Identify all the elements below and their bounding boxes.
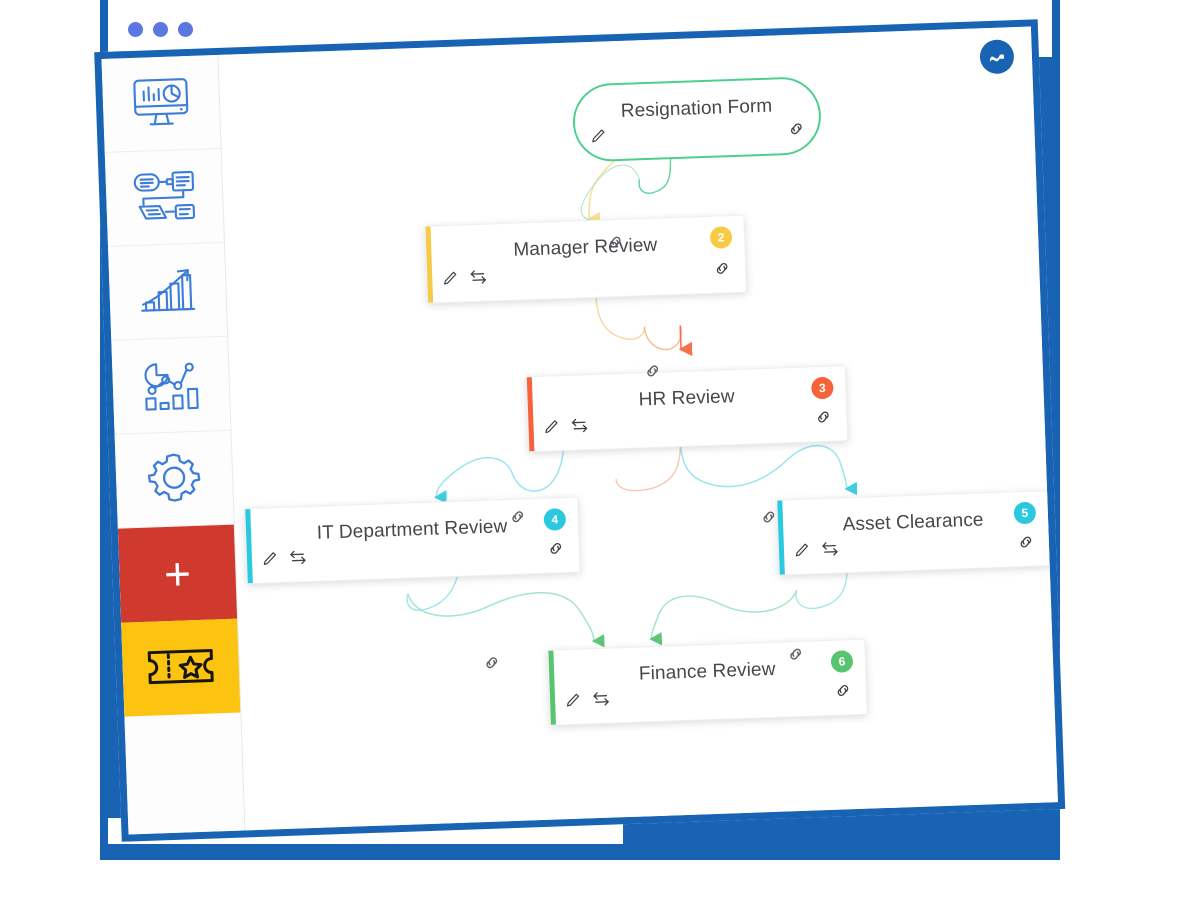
connector-asset-to-finance	[649, 589, 798, 646]
node-actions-left[interactable]	[542, 416, 590, 441]
sidebar-item-reports[interactable]	[108, 242, 228, 341]
node-actions-left[interactable]	[793, 540, 841, 565]
node-finance-review[interactable]: Finance Review 6	[547, 638, 868, 726]
sidebar-item-analytics[interactable]	[111, 336, 231, 435]
link-icon[interactable]	[1017, 533, 1036, 557]
link-icon[interactable]	[787, 119, 806, 143]
node-title: Finance Review	[638, 658, 776, 685]
swap-arrows-icon[interactable]	[569, 416, 590, 440]
node-title: Resignation Form	[620, 95, 773, 122]
plus-icon: +	[163, 547, 192, 601]
screenshot-stage: + Resignation Form Manager Review 2 HR R…	[0, 0, 1200, 900]
sidebar-item-workflow[interactable]	[104, 148, 224, 247]
connector-manager-to-hr-arrow	[678, 325, 693, 357]
monitor-analytics-icon	[129, 74, 193, 132]
link-icon[interactable]	[713, 259, 732, 283]
connector-link-icon-5[interactable]	[482, 653, 501, 677]
node-actions-right[interactable]	[787, 119, 806, 143]
node-actions-right[interactable]	[1017, 533, 1036, 557]
pencil-icon[interactable]	[793, 541, 811, 564]
window-dot-maximize-icon[interactable]	[178, 21, 193, 37]
node-title: Manager Review	[513, 234, 658, 261]
node-resignation-form[interactable]: Resignation Form	[571, 75, 823, 163]
node-actions-left[interactable]	[441, 268, 489, 293]
node-manager-review[interactable]: Manager Review 2	[424, 214, 748, 304]
node-actions-right[interactable]	[834, 681, 853, 705]
window-dot-minimize-icon[interactable]	[153, 21, 168, 37]
link-icon[interactable]	[547, 539, 566, 563]
node-title: HR Review	[638, 386, 735, 411]
mixed-chart-icon	[139, 356, 203, 414]
connector-manager-to-hr-a	[594, 292, 646, 340]
window-dot-close-icon[interactable]	[128, 21, 143, 37]
node-title: IT Department Review	[316, 516, 508, 544]
swap-arrows-icon[interactable]	[468, 268, 489, 292]
connector-manager-to-hr-b	[643, 325, 682, 351]
sidebar-item-dashboard[interactable]	[101, 54, 221, 153]
gear-icon	[142, 449, 206, 509]
node-actions-left[interactable]	[261, 548, 309, 573]
pencil-icon[interactable]	[542, 418, 560, 441]
flow-canvas[interactable]: Resignation Form Manager Review 2 HR Rev…	[218, 26, 1058, 831]
window-controls[interactable]	[128, 20, 198, 38]
growth-bar-chart-icon	[136, 264, 200, 318]
pencil-icon[interactable]	[564, 691, 582, 714]
link-icon[interactable]	[834, 681, 853, 705]
swap-arrows-icon[interactable]	[288, 548, 309, 572]
link-icon[interactable]	[814, 408, 833, 432]
sidebar-item-settings[interactable]	[114, 430, 234, 529]
node-it-department-review[interactable]: IT Department Review 4	[244, 496, 581, 585]
node-actions-left[interactable]	[564, 690, 612, 715]
app-window: + Resignation Form Manager Review 2 HR R…	[94, 19, 1066, 842]
connector-link-icon-2[interactable]	[643, 362, 662, 386]
ticket-star-icon	[143, 642, 219, 693]
connector-hr-to-it	[433, 444, 566, 504]
wave-icon	[989, 54, 1004, 62]
app-window-wrapper: + Resignation Form Manager Review 2 HR R…	[0, 0, 1200, 900]
node-title: Asset Clearance	[842, 509, 984, 536]
workflow-diagram-icon	[130, 168, 198, 226]
node-actions-right[interactable]	[713, 259, 732, 283]
swap-arrows-icon[interactable]	[820, 540, 841, 564]
node-actions-right[interactable]	[814, 408, 833, 432]
connector-link-icon-4[interactable]	[760, 508, 779, 532]
swap-arrows-icon[interactable]	[591, 690, 612, 714]
connector-link-icon-1[interactable]	[606, 233, 625, 257]
connector-link-icon-3[interactable]	[508, 507, 527, 531]
pencil-icon[interactable]	[261, 550, 279, 573]
connector-link-icon-6[interactable]	[786, 645, 805, 669]
sidebar-item-tickets[interactable]	[121, 618, 241, 717]
connector-it-to-finance	[407, 591, 605, 648]
node-hr-review[interactable]: HR Review 3	[525, 365, 849, 453]
pencil-icon[interactable]	[589, 127, 607, 150]
pencil-icon[interactable]	[441, 269, 459, 292]
node-asset-clearance[interactable]: Asset Clearance 5	[776, 490, 1051, 576]
sidebar-item-add-new[interactable]: +	[117, 524, 238, 623]
connector-resignation-green-a	[638, 156, 672, 194]
node-actions-left[interactable]	[589, 127, 607, 150]
node-actions-right[interactable]	[547, 539, 566, 563]
